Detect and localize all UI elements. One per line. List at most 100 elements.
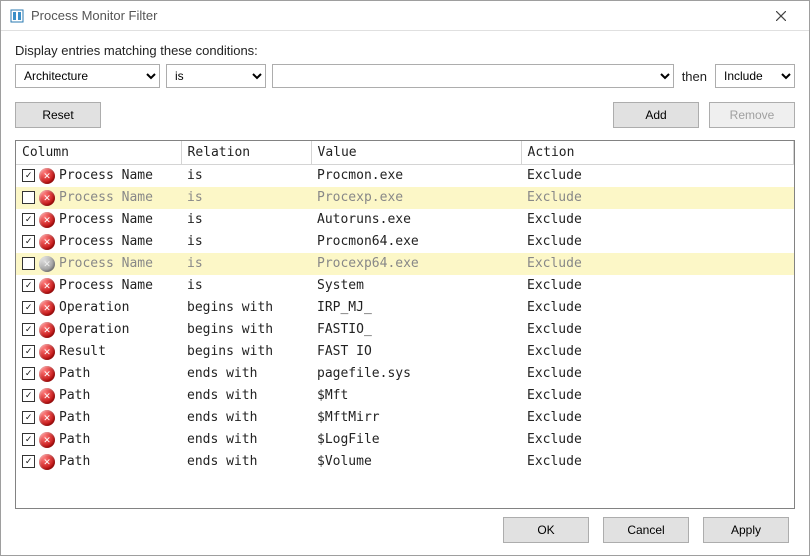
table-row[interactable]: Result begins withFAST IOExclude [16, 341, 794, 363]
row-column-label: Process Name [59, 234, 153, 249]
row-checkbox[interactable] [22, 389, 35, 402]
row-value: $MftMirr [311, 407, 521, 429]
header-relation[interactable]: Relation [181, 141, 311, 165]
dialog-window: Process Monitor Filter Display entries m… [0, 0, 810, 556]
exclude-icon [39, 366, 55, 382]
exclude-icon [39, 410, 55, 426]
table-row[interactable]: Process NameisAutoruns.exeExclude [16, 209, 794, 231]
table-row[interactable]: Operationbegins withIRP_MJ_Exclude [16, 297, 794, 319]
row-relation: is [181, 187, 311, 209]
table-row[interactable]: Pathends with$VolumeExclude [16, 451, 794, 473]
row-value: FAST IO [311, 341, 521, 363]
row-value: pagefile.sys [311, 363, 521, 385]
filter-relation-select[interactable]: is [166, 64, 266, 88]
app-icon [9, 8, 25, 24]
dialog-buttons-row: OK Cancel Apply [15, 509, 795, 545]
row-relation: ends with [181, 363, 311, 385]
table-row[interactable]: Process Name isProcexp.exeExclude [16, 187, 794, 209]
row-relation: ends with [181, 429, 311, 451]
close-icon [776, 11, 786, 21]
row-checkbox[interactable] [22, 367, 35, 380]
row-column-label: Process Name [59, 190, 153, 205]
row-column-label: Path [59, 454, 90, 469]
row-checkbox[interactable] [22, 191, 35, 204]
row-action: Exclude [521, 407, 794, 429]
table-row[interactable]: Path ends with$LogFileExclude [16, 429, 794, 451]
header-column[interactable]: Column [16, 141, 181, 165]
exclude-icon [39, 212, 55, 228]
reset-button[interactable]: Reset [15, 102, 101, 128]
row-value: Procmon.exe [311, 165, 521, 187]
row-relation: ends with [181, 407, 311, 429]
row-action: Exclude [521, 297, 794, 319]
filters-table-scroll[interactable]: Column Relation Value Action Process Nam… [16, 141, 794, 508]
row-action: Exclude [521, 341, 794, 363]
row-checkbox[interactable] [22, 301, 35, 314]
table-row[interactable]: Operationbegins withFASTIO_Exclude [16, 319, 794, 341]
row-action: Exclude [521, 253, 794, 275]
row-column-label: Path [59, 366, 90, 381]
row-action: Exclude [521, 429, 794, 451]
table-row[interactable]: Process Name isProcmon.exeExclude [16, 165, 794, 187]
cancel-button[interactable]: Cancel [603, 517, 689, 543]
table-row[interactable]: Process NameisSystemExclude [16, 275, 794, 297]
row-value: $LogFile [311, 429, 521, 451]
instruction-label: Display entries matching these condition… [15, 43, 795, 58]
apply-button[interactable]: Apply [703, 517, 789, 543]
row-column-label: Process Name [59, 168, 153, 183]
table-row[interactable]: Pathends with$MftMirrExclude [16, 407, 794, 429]
exclude-icon [39, 432, 55, 448]
table-row[interactable]: Pathends withpagefile.sysExclude [16, 363, 794, 385]
row-checkbox[interactable] [22, 169, 35, 182]
row-column-label: Path [59, 432, 90, 447]
row-checkbox[interactable] [22, 433, 35, 446]
row-column-label: Operation [59, 322, 129, 337]
row-relation: begins with [181, 319, 311, 341]
filters-table: Column Relation Value Action Process Nam… [16, 141, 794, 473]
filter-value-select[interactable] [272, 64, 674, 88]
table-row[interactable]: Process NameisProcexp64.exeExclude [16, 253, 794, 275]
table-row[interactable]: Pathends with$MftExclude [16, 385, 794, 407]
row-relation: is [181, 165, 311, 187]
row-checkbox[interactable] [22, 411, 35, 424]
row-column-label: Path [59, 388, 90, 403]
row-relation: ends with [181, 385, 311, 407]
row-action: Exclude [521, 209, 794, 231]
then-label: then [680, 69, 709, 84]
row-value: System [311, 275, 521, 297]
close-button[interactable] [761, 2, 801, 30]
row-action: Exclude [521, 187, 794, 209]
remove-button[interactable]: Remove [709, 102, 795, 128]
ok-button[interactable]: OK [503, 517, 589, 543]
filter-column-select[interactable]: Architecture [15, 64, 160, 88]
filter-action-select[interactable]: Include [715, 64, 795, 88]
window-title: Process Monitor Filter [31, 8, 157, 23]
exclude-icon [39, 300, 55, 316]
row-relation: begins with [181, 297, 311, 319]
row-action: Exclude [521, 231, 794, 253]
row-relation: begins with [181, 341, 311, 363]
filter-builder-row: Architecture is then Include [15, 64, 795, 88]
row-relation: is [181, 275, 311, 297]
row-checkbox[interactable] [22, 279, 35, 292]
exclude-icon [39, 322, 55, 338]
row-checkbox[interactable] [22, 323, 35, 336]
row-column-label: Result [59, 344, 106, 359]
row-checkbox[interactable] [22, 455, 35, 468]
row-action: Exclude [521, 165, 794, 187]
add-button[interactable]: Add [613, 102, 699, 128]
row-value: Procexp.exe [311, 187, 521, 209]
row-value: $Mft [311, 385, 521, 407]
exclude-icon [39, 344, 55, 360]
exclude-icon [39, 454, 55, 470]
header-action[interactable]: Action [521, 141, 794, 165]
exclude-icon [39, 388, 55, 404]
row-checkbox[interactable] [22, 257, 35, 270]
row-value: IRP_MJ_ [311, 297, 521, 319]
row-checkbox[interactable] [22, 235, 35, 248]
table-row[interactable]: Process NameisProcmon64.exeExclude [16, 231, 794, 253]
row-checkbox[interactable] [22, 345, 35, 358]
row-column-label: Process Name [59, 278, 153, 293]
header-value[interactable]: Value [311, 141, 521, 165]
row-checkbox[interactable] [22, 213, 35, 226]
